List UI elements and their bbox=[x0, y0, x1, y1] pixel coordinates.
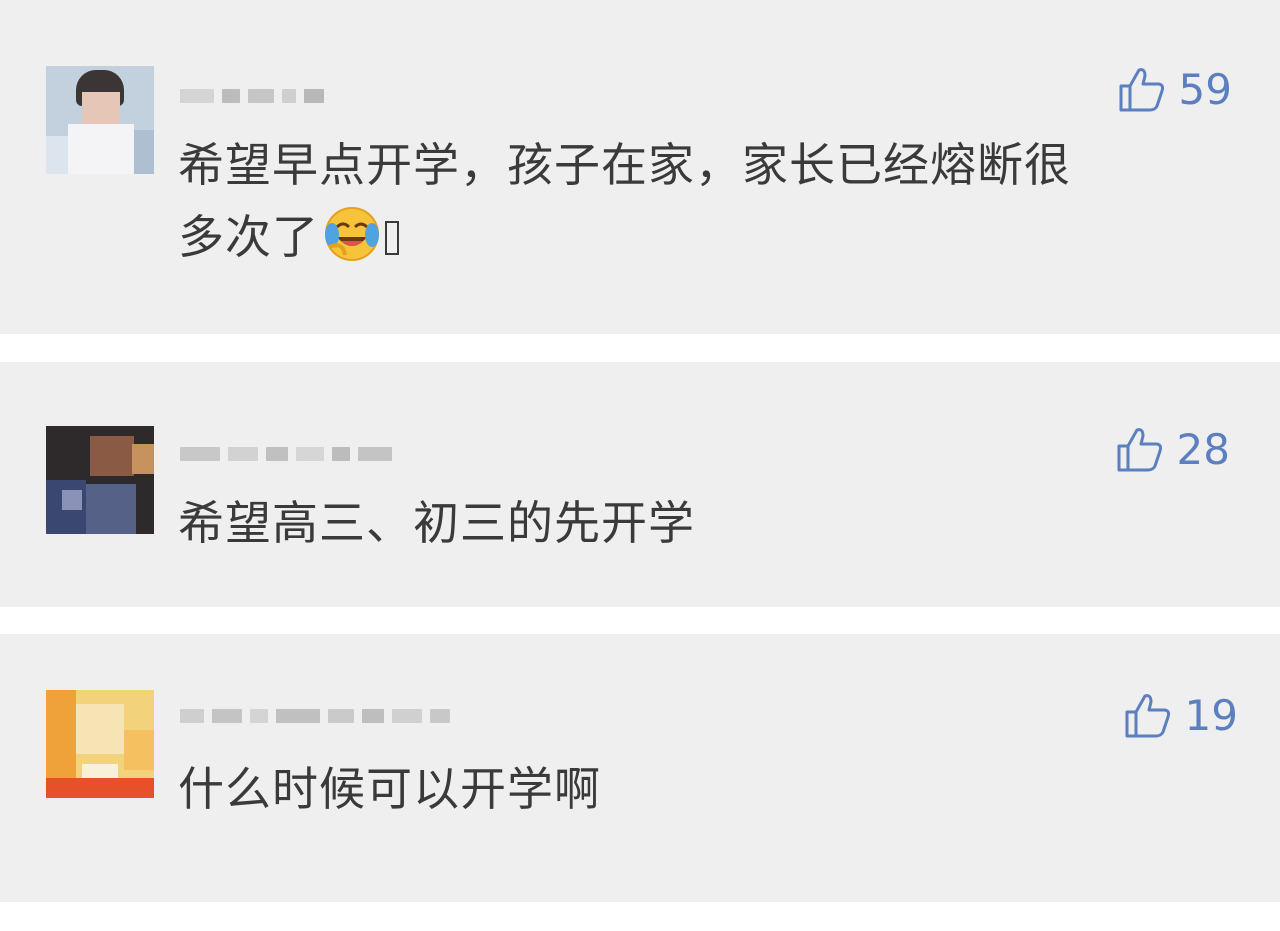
thumbs-up-icon bbox=[1123, 690, 1173, 740]
comment-text: 什么时候可以开学啊 bbox=[178, 756, 1210, 822]
comment-item: 希望早点开学，孩子在家，家长已经熔断很 多次了 59 bbox=[0, 0, 1280, 334]
like-button[interactable]: 19 bbox=[1123, 690, 1238, 740]
comment-text: 希望早点开学，孩子在家，家长已经熔断很 多次了 bbox=[178, 132, 1210, 270]
thumbs-up-icon bbox=[1115, 424, 1165, 474]
missing-glyph-icon bbox=[385, 221, 399, 255]
like-count: 59 bbox=[1178, 64, 1232, 114]
avatar[interactable] bbox=[46, 66, 154, 174]
like-button[interactable]: 28 bbox=[1115, 424, 1230, 474]
crying-laughing-emoji-icon bbox=[323, 205, 381, 263]
like-button[interactable]: 59 bbox=[1117, 64, 1232, 114]
like-count: 19 bbox=[1184, 690, 1238, 740]
thumbs-up-icon bbox=[1117, 64, 1167, 114]
username-redacted[interactable] bbox=[180, 696, 450, 736]
comment-feed: 希望早点开学，孩子在家，家长已经熔断很 多次了 59 希望高三、初三的先开学 2… bbox=[0, 0, 1280, 931]
comment-item: 什么时候可以开学啊 19 bbox=[0, 634, 1280, 902]
comment-line: 什么时候可以开学啊 bbox=[178, 762, 601, 816]
username-redacted[interactable] bbox=[180, 76, 324, 116]
avatar[interactable] bbox=[46, 426, 154, 534]
avatar[interactable] bbox=[46, 690, 154, 798]
comment-item: 希望高三、初三的先开学 28 bbox=[0, 362, 1280, 607]
like-count: 28 bbox=[1176, 424, 1230, 474]
comment-line: 希望高三、初三的先开学 bbox=[178, 496, 695, 550]
comment-line: 希望早点开学，孩子在家，家长已经熔断很 bbox=[178, 138, 1071, 192]
username-redacted[interactable] bbox=[180, 434, 392, 474]
comment-text: 希望高三、初三的先开学 bbox=[178, 490, 1210, 556]
comment-line: 多次了 bbox=[178, 204, 1210, 270]
comment-line-text: 多次了 bbox=[178, 210, 319, 264]
